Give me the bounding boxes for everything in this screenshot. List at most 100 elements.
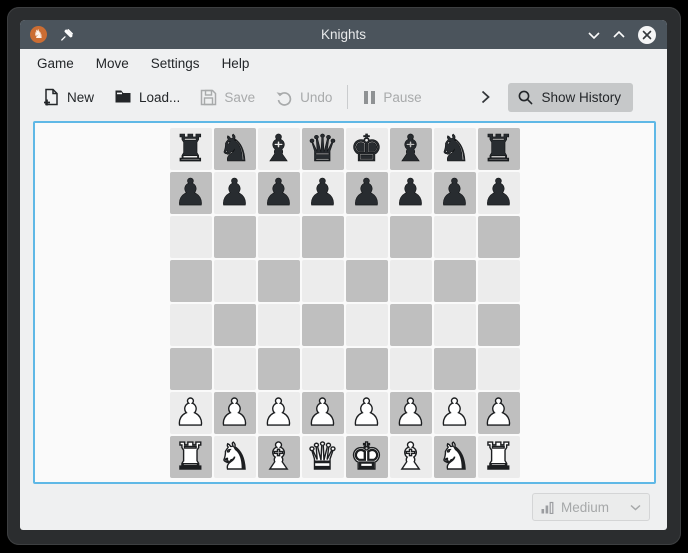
board-square[interactable]: ♝: [390, 128, 432, 170]
board-square[interactable]: [390, 348, 432, 390]
board-square[interactable]: [390, 304, 432, 346]
menubar: Game Move Settings Help: [20, 49, 667, 77]
board-square[interactable]: ♟: [390, 172, 432, 214]
board-square[interactable]: ♟: [434, 392, 476, 434]
board-square[interactable]: ♟: [478, 392, 520, 434]
board-square[interactable]: [478, 216, 520, 258]
board-square[interactable]: ♜: [170, 436, 212, 478]
board-square[interactable]: ♜: [478, 128, 520, 170]
board-square[interactable]: [302, 260, 344, 302]
black-king-piece: ♚: [350, 128, 383, 170]
board-square[interactable]: ♟: [214, 172, 256, 214]
board-square[interactable]: [478, 260, 520, 302]
white-pawn-piece: ♟: [262, 392, 295, 434]
difficulty-bars-icon: [541, 501, 554, 514]
board-square[interactable]: [390, 260, 432, 302]
board-square[interactable]: ♞: [434, 128, 476, 170]
board-square[interactable]: [478, 348, 520, 390]
board-square[interactable]: [346, 304, 388, 346]
board-square[interactable]: [214, 260, 256, 302]
black-pawn-piece: ♟: [174, 172, 207, 214]
board-square[interactable]: ♟: [302, 172, 344, 214]
menu-game[interactable]: Game: [37, 56, 74, 71]
board-square[interactable]: [258, 216, 300, 258]
black-pawn-piece: ♟: [394, 172, 427, 214]
black-pawn-piece: ♟: [262, 172, 295, 214]
board-square[interactable]: ♟: [170, 392, 212, 434]
board-square[interactable]: [214, 304, 256, 346]
board-square[interactable]: [258, 304, 300, 346]
knights-window: ♞ Knights: [20, 20, 667, 530]
board-square[interactable]: [434, 348, 476, 390]
board-square[interactable]: ♝: [258, 436, 300, 478]
board-square[interactable]: ♟: [390, 392, 432, 434]
toolbar-separator: [347, 85, 348, 109]
undo-arrow-icon: [275, 89, 293, 106]
difficulty-value: Medium: [561, 500, 609, 515]
white-pawn-piece: ♟: [174, 392, 207, 434]
board-square[interactable]: [258, 260, 300, 302]
board-square[interactable]: ♟: [258, 172, 300, 214]
titlebar: ♞ Knights: [20, 20, 667, 49]
board-square[interactable]: [478, 304, 520, 346]
load-button[interactable]: Load...: [108, 84, 186, 110]
board-square[interactable]: [346, 216, 388, 258]
board-square[interactable]: ♚: [346, 436, 388, 478]
board-square[interactable]: ♚: [346, 128, 388, 170]
board-square[interactable]: ♜: [170, 128, 212, 170]
board-square[interactable]: [258, 348, 300, 390]
menu-move[interactable]: Move: [96, 56, 129, 71]
board-square[interactable]: ♟: [434, 172, 476, 214]
board-square[interactable]: ♟: [170, 172, 212, 214]
board-square[interactable]: [302, 216, 344, 258]
black-rook-piece: ♜: [482, 128, 515, 170]
black-rook-piece: ♜: [174, 128, 207, 170]
show-history-label: Show History: [541, 90, 621, 105]
board-square[interactable]: [214, 216, 256, 258]
board-square[interactable]: ♝: [258, 128, 300, 170]
board-square[interactable]: ♟: [214, 392, 256, 434]
board-square[interactable]: [346, 260, 388, 302]
board-square[interactable]: [302, 304, 344, 346]
board-square[interactable]: [346, 348, 388, 390]
board-square[interactable]: ♞: [434, 436, 476, 478]
show-history-button[interactable]: Show History: [508, 83, 633, 112]
white-pawn-piece: ♟: [482, 392, 515, 434]
close-button[interactable]: [638, 26, 656, 44]
black-pawn-piece: ♟: [218, 172, 251, 214]
board-square[interactable]: [434, 216, 476, 258]
white-queen-piece: ♛: [306, 436, 339, 478]
board-square[interactable]: ♛: [302, 436, 344, 478]
maximize-button[interactable]: [613, 31, 625, 39]
menu-help[interactable]: Help: [222, 56, 250, 71]
white-rook-piece: ♜: [174, 436, 207, 478]
board-square[interactable]: [214, 348, 256, 390]
board-square[interactable]: [170, 304, 212, 346]
toolbar-overflow-button[interactable]: [475, 86, 496, 108]
new-document-icon: [43, 88, 60, 106]
board-square[interactable]: [390, 216, 432, 258]
board-square[interactable]: ♞: [214, 128, 256, 170]
minimize-button[interactable]: [588, 31, 600, 39]
toolbar: New Load...: [20, 77, 667, 117]
board-square[interactable]: [170, 348, 212, 390]
board-square[interactable]: ♟: [478, 172, 520, 214]
board-square[interactable]: ♟: [346, 172, 388, 214]
board-square[interactable]: [434, 304, 476, 346]
board-square[interactable]: ♟: [346, 392, 388, 434]
board-square[interactable]: ♝: [390, 436, 432, 478]
black-pawn-piece: ♟: [438, 172, 471, 214]
board-square[interactable]: [302, 348, 344, 390]
window-title: Knights: [20, 27, 667, 42]
board-square[interactable]: ♜: [478, 436, 520, 478]
board-square[interactable]: [434, 260, 476, 302]
new-button[interactable]: New: [37, 83, 100, 111]
board-square[interactable]: [170, 260, 212, 302]
board-square[interactable]: ♟: [302, 392, 344, 434]
menu-settings[interactable]: Settings: [151, 56, 200, 71]
board-square[interactable]: ♞: [214, 436, 256, 478]
board-square[interactable]: ♟: [258, 392, 300, 434]
board-square[interactable]: ♛: [302, 128, 344, 170]
open-folder-icon: [114, 89, 132, 105]
board-square[interactable]: [170, 216, 212, 258]
